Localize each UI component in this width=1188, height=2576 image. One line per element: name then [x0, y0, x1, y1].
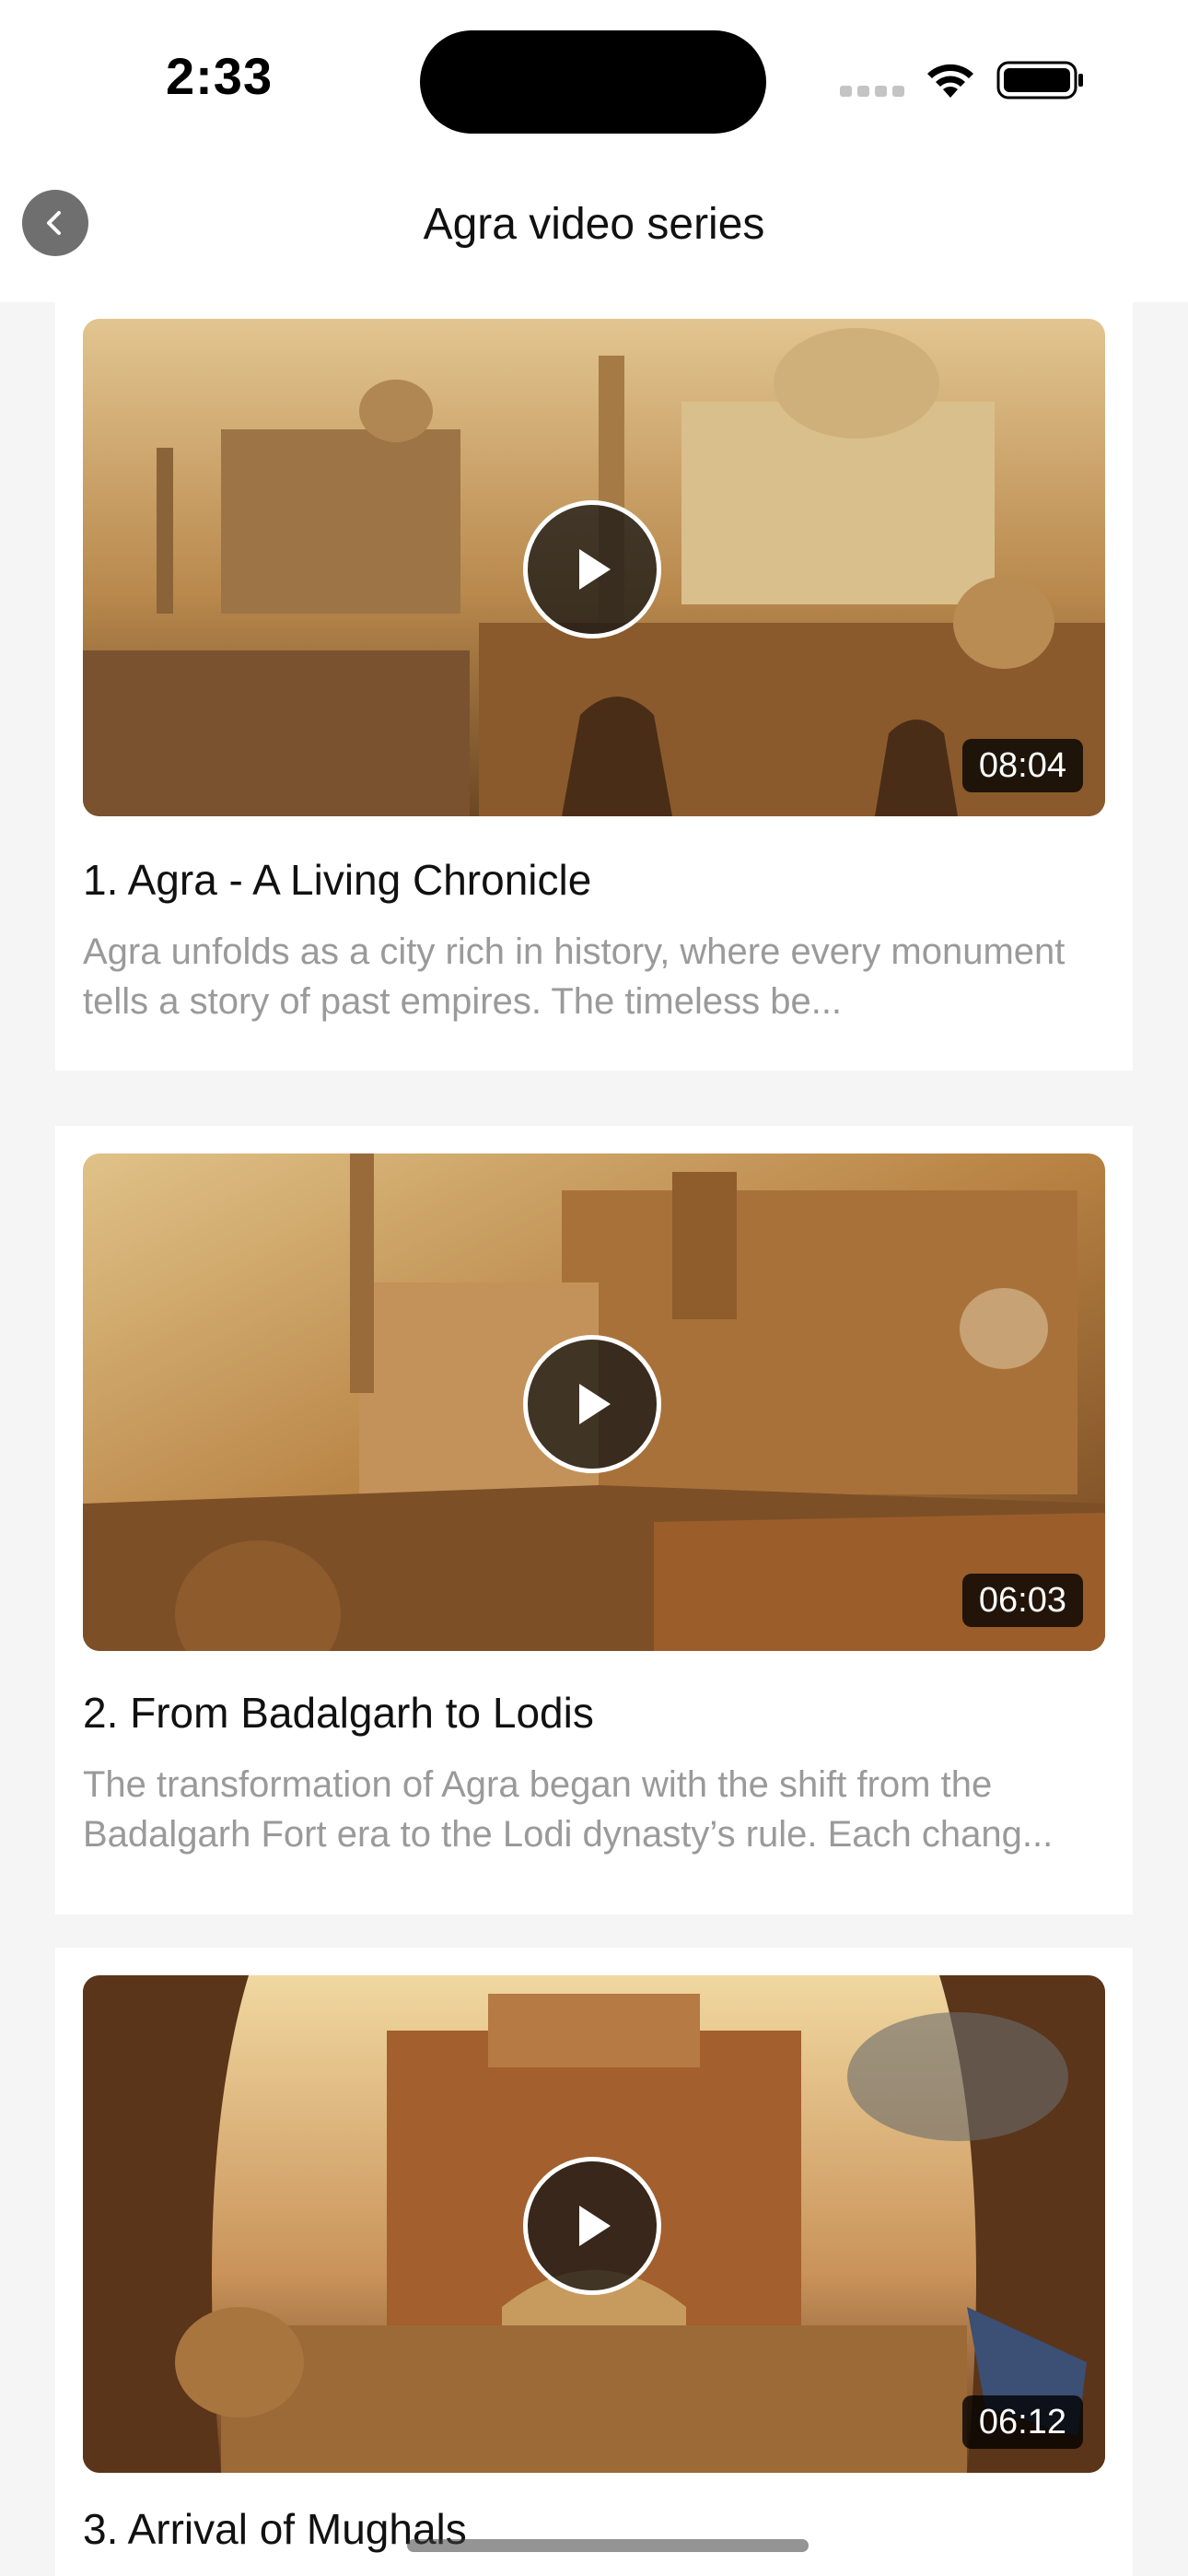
video-card[interactable]: 06:03 2. From Badalgarh to Lodis The tra… [55, 1126, 1133, 1914]
video-thumbnail[interactable]: 06:03 [83, 1153, 1105, 1651]
video-thumbnail[interactable]: 06:12 [83, 1975, 1105, 2473]
video-thumbnail[interactable]: 08:04 [83, 319, 1105, 816]
duration-badge: 06:12 [961, 2395, 1083, 2449]
video-title[interactable]: 1. Agra - A Living Chronicle [83, 855, 591, 905]
navigation-bar: Agra video series [0, 157, 1188, 302]
page-title: Agra video series [423, 200, 765, 249]
duration-badge: 06:03 [961, 1574, 1083, 1627]
video-card[interactable]: 06:12 3. Arrival of Mughals [55, 1948, 1133, 2576]
play-icon [579, 549, 611, 590]
play-button[interactable] [523, 500, 661, 638]
video-title[interactable]: 2. From Badalgarh to Lodis [83, 1688, 594, 1738]
play-icon [579, 2206, 611, 2246]
cellular-signal-icon [840, 86, 904, 97]
wifi-icon [927, 64, 973, 98]
duration-badge: 08:04 [961, 739, 1083, 792]
play-button[interactable] [523, 2157, 661, 2295]
play-button[interactable] [523, 1335, 661, 1473]
screen: 2:33 Agra video series 08:04 1. Agra - A… [0, 0, 1188, 2576]
home-indicator[interactable] [407, 2539, 809, 2552]
status-bar: 2:33 [0, 0, 1188, 157]
video-description: The transformation of Agra began with th… [83, 1764, 1054, 1855]
video-card[interactable]: 08:04 1. Agra - A Living Chronicle Agra … [55, 291, 1133, 1071]
battery-icon [996, 61, 1083, 100]
status-time: 2:33 [166, 47, 274, 105]
play-icon [579, 1384, 611, 1424]
dynamic-island [420, 30, 766, 134]
video-description: Agra unfolds as a city rich in history, … [83, 931, 1066, 1022]
